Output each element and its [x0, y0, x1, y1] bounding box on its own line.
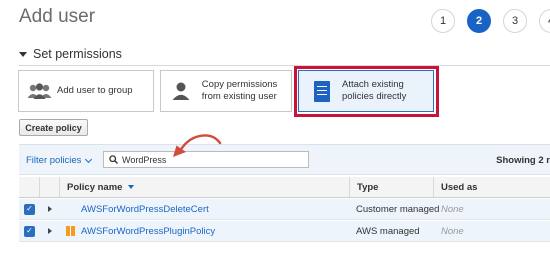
step-4[interactable]: 4 [539, 9, 550, 33]
row-checkbox[interactable]: ✓ [24, 225, 35, 237]
copy-permissions-option[interactable]: Copy permissions from existing user [160, 70, 292, 112]
filter-bar: Filter policies Showing 2 r [19, 144, 550, 175]
table-row[interactable]: ✓ AWSForWordPressDeleteCert Customer man… [19, 199, 550, 220]
policy-type: Customer managed [356, 203, 440, 215]
showing-count: Showing 2 r [496, 155, 550, 166]
caret-down-icon [19, 51, 27, 57]
annotation-arrow-icon [173, 134, 222, 157]
policy-name-link[interactable]: AWSForWordPressDeleteCert [81, 199, 209, 219]
table-row[interactable]: ✓ AWSForWordPressPluginPolicy AWS manage… [19, 221, 550, 242]
row-checkbox[interactable]: ✓ [24, 203, 35, 215]
step-1[interactable]: 1 [431, 9, 455, 33]
chevron-down-icon [85, 155, 93, 163]
search-icon [109, 155, 118, 164]
used-as-header[interactable]: Used as [441, 177, 477, 197]
type-header[interactable]: Type [357, 177, 378, 197]
policy-used-as: None [441, 225, 464, 237]
expand-row-icon[interactable] [48, 206, 52, 212]
policy-type: AWS managed [356, 225, 420, 237]
annotation-highlight-box [294, 66, 439, 117]
aws-managed-icon [66, 226, 75, 236]
user-icon [170, 81, 192, 101]
wizard-stepper: 1 2 3 4 [431, 9, 550, 33]
sort-desc-icon [128, 185, 135, 189]
section-title: Set permissions [33, 47, 122, 61]
add-user-to-group-option[interactable]: Add user to group [18, 70, 154, 112]
step-2-active[interactable]: 2 [467, 9, 491, 33]
create-policy-button[interactable]: Create policy [19, 119, 88, 136]
table-header-row: Policy name Type Used as [19, 177, 550, 198]
section-divider [19, 65, 550, 66]
users-group-icon [26, 82, 54, 100]
filter-policies-dropdown[interactable]: Filter policies [26, 155, 93, 166]
expand-row-icon[interactable] [48, 228, 52, 234]
step-3[interactable]: 3 [503, 9, 527, 33]
filter-policies-label: Filter policies [26, 155, 82, 166]
copy-permissions-label: Copy permissions from existing user [201, 79, 278, 102]
policy-name-header[interactable]: Policy name [67, 177, 135, 197]
set-permissions-toggle[interactable]: Set permissions [19, 47, 122, 61]
page-title: Add user [19, 6, 96, 27]
policy-used-as: None [441, 203, 464, 215]
policy-name-link[interactable]: AWSForWordPressPluginPolicy [81, 221, 215, 241]
add-to-group-label: Add user to group [57, 85, 133, 96]
